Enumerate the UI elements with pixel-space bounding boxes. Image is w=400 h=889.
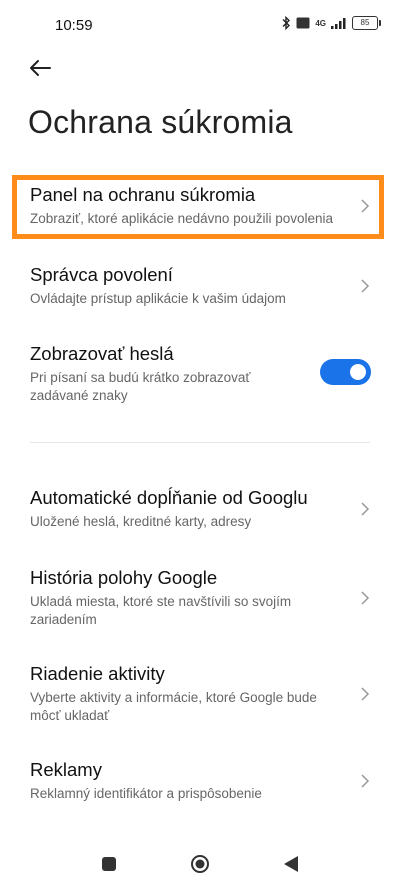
section-divider [30,442,370,443]
permission-manager-item[interactable]: Správca povolení Ovládajte prístup aplik… [30,263,375,308]
status-icons: 4G 85 [281,16,381,30]
item-title: Správca povolení [30,264,173,285]
item-subtitle: Zobraziť, ktoré aplikácie nedávno použil… [30,211,333,226]
chevron-right-icon [361,501,370,516]
sim-icon [296,17,310,29]
navigation-bar [0,839,400,889]
item-title: Reklamy [30,759,102,780]
page-title: Ochrana súkromia [28,104,293,140]
signal-icon [331,18,346,29]
location-history-item[interactable]: História polohy Google Ukladá miesta, kt… [30,566,375,629]
chevron-right-icon [361,278,370,293]
nav-square-icon [102,857,116,871]
item-title: Riadenie aktivity [30,663,165,684]
nav-back-icon [284,856,298,872]
item-subtitle: Uložené heslá, kreditné karty, adresy [30,514,252,529]
bluetooth-icon [282,16,291,30]
item-subtitle: Ukladá miesta, ktoré ste navštívili so s… [30,594,292,627]
nav-home-icon [191,855,209,873]
back-button[interactable] [22,52,58,84]
back-arrow-icon [30,60,51,76]
item-subtitle: Vyberte aktivity a informácie, ktoré Goo… [30,690,317,723]
item-title: Automatické dopĺňanie od Googlu [30,487,308,508]
privacy-dashboard-item[interactable]: Panel na ochranu súkromia Zobraziť, ktor… [30,183,375,228]
item-subtitle: Ovládajte prístup aplikácie k vašim údaj… [30,291,286,306]
show-passwords-item: Zobrazovať heslá Pri písaní sa budú krát… [30,342,300,405]
battery-icon: 85 [352,16,381,30]
item-title: História polohy Google [30,567,218,588]
home-button[interactable] [189,853,211,875]
status-bar: 10:59 4G 85 [0,0,400,52]
show-passwords-toggle[interactable] [320,359,371,385]
network-type-label: 4G [315,18,326,28]
chevron-right-icon [361,198,370,213]
activity-controls-item[interactable]: Riadenie aktivity Vyberte aktivity a inf… [30,662,375,725]
toggle-knob [350,364,366,380]
chevron-right-icon [361,773,370,788]
chevron-right-icon [361,590,370,605]
ads-item[interactable]: Reklamy Reklamný identifikátor a prispôs… [30,758,375,803]
google-autofill-item[interactable]: Automatické dopĺňanie od Googlu Uložené … [30,486,375,531]
chevron-right-icon [361,686,370,701]
item-title: Zobrazovať heslá [30,343,174,364]
item-subtitle: Pri písaní sa budú krátko zobrazovať zad… [30,370,251,403]
item-subtitle: Reklamný identifikátor a prispôsobenie [30,786,262,801]
item-title: Panel na ochranu súkromia [30,184,256,205]
recents-button[interactable] [98,853,120,875]
nav-back-button[interactable] [280,853,302,875]
status-time: 10:59 [55,17,93,34]
